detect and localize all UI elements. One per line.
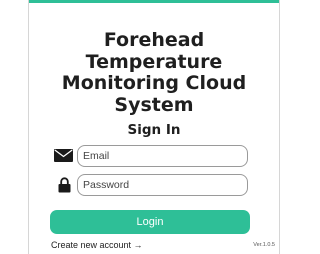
password-field[interactable] xyxy=(77,174,248,196)
panel-right-border xyxy=(279,0,280,254)
lock-icon xyxy=(58,177,71,193)
envelope-icon xyxy=(54,149,73,162)
app-title: Forehead Temperature Monitoring Cloud Sy… xyxy=(61,29,247,116)
version-label: Ver.1.0.5 xyxy=(253,242,275,248)
top-accent-bar xyxy=(28,0,280,3)
panel-left-border xyxy=(28,0,29,254)
create-account-link[interactable]: Create new account → xyxy=(51,240,143,250)
sign-in-heading: Sign In xyxy=(127,122,181,138)
login-button[interactable]: Login xyxy=(50,210,250,234)
email-field[interactable] xyxy=(77,145,248,167)
